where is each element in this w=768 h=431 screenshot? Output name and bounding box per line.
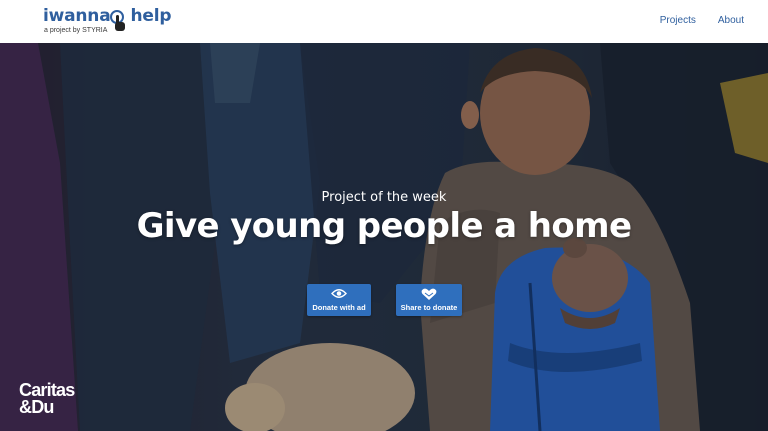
caritas-du-logo: Caritas &Du: [19, 381, 75, 417]
donate-with-ad-button[interactable]: Donate with ad: [307, 284, 371, 316]
share-to-donate-button[interactable]: Share to donate: [396, 284, 462, 316]
top-navbar: iwanna help a project by STYRIA Projects …: [0, 0, 768, 43]
logo-word-help: help: [130, 6, 172, 26]
nav-about-link[interactable]: About: [718, 15, 744, 26]
hero-title: Give young people a home: [136, 206, 632, 246]
logo-subtitle: a project by STYRIA: [44, 27, 108, 34]
hero-section: Project of the week Give young people a …: [0, 43, 768, 431]
heart-hands-icon: [421, 288, 437, 300]
share-button-label: Share to donate: [400, 303, 458, 312]
hero-subtitle: Project of the week: [321, 190, 447, 205]
nav-projects-link[interactable]: Projects: [660, 15, 696, 26]
logo-word-iwanna: iwanna: [43, 6, 111, 26]
logo-wordmark: iwanna help: [43, 6, 172, 26]
pointer-hand-icon: [110, 10, 125, 31]
iwannahelp-logo[interactable]: iwanna help a project by STYRIA: [43, 6, 173, 36]
donate-button-label: Donate with ad: [312, 303, 366, 312]
main-nav: Projects About: [660, 15, 744, 26]
partner-line-du: &Du: [19, 397, 54, 417]
eye-icon: [331, 289, 347, 298]
